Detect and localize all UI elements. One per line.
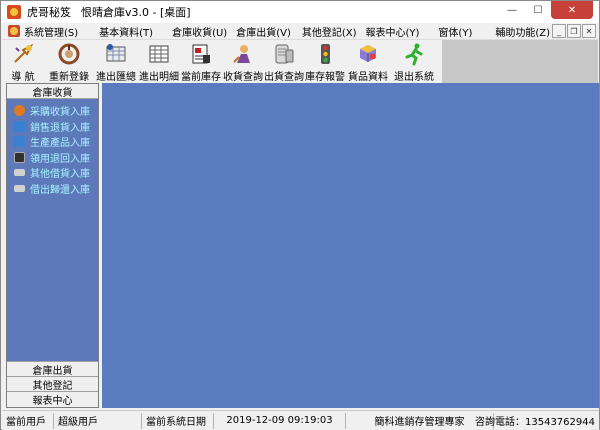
panel-item-label: 領用退回入庫 (30, 153, 90, 165)
menu-other-register[interactable]: 其他登記(X) (302, 24, 364, 39)
mdi-close-button[interactable]: ✕ (582, 24, 596, 38)
title-bar[interactable]: 虎哥秘笈 恨晴倉庫v3.0 - [桌面] — ☐ ✕ (1, 1, 599, 23)
panel-header-ship[interactable]: 倉庫出貨 (7, 361, 98, 377)
app-logo-icon (7, 5, 21, 19)
requisition-icon (14, 151, 25, 163)
exit-icon (401, 42, 427, 66)
panel-header-report-center[interactable]: 報表中心 (7, 391, 98, 407)
tool-label: 退出系統 (394, 72, 434, 83)
menu-warehouse-receive[interactable]: 倉庫收貨(U) (172, 24, 234, 39)
product-icon (355, 42, 381, 66)
tool-summary-button[interactable]: 進出匯總 (94, 40, 138, 83)
maximize-button[interactable]: ☐ (525, 1, 551, 19)
tool-product-info-button[interactable]: 貨品資料 (346, 40, 390, 83)
navigate-icon (10, 42, 36, 66)
panel-header-other-register[interactable]: 其他登記 (7, 376, 98, 392)
tool-label: 重新登錄 (49, 72, 89, 83)
panel-item-borrow-in[interactable]: 其他借貨入庫 (7, 165, 98, 181)
minimize-button[interactable]: — (499, 1, 525, 19)
panel-item-production[interactable]: 生產產品入庫 (7, 134, 98, 150)
tool-receipt-query-button[interactable]: 收貨查詢 (222, 40, 264, 83)
tool-shipment-query-button[interactable]: 出貨查詢 (264, 40, 304, 83)
status-user-label: 當前用戶 (2, 412, 54, 429)
status-bar: 當前用戶 超級用戶 當前系統日期 2019-12-09 09:19:03 簡科進… (2, 410, 599, 430)
menu-warehouse-ship[interactable]: 倉庫出貨(V) (236, 24, 298, 39)
tool-navigate-button[interactable]: 導 航 (2, 40, 44, 83)
inventory-icon (188, 42, 214, 66)
tool-label: 貨品資料 (348, 72, 388, 83)
menu-window[interactable]: 窗体(Y) (438, 24, 479, 39)
panel-item-label: 生產產品入庫 (30, 138, 90, 150)
menu-basic-data[interactable]: 基本資料(T) (99, 24, 160, 39)
panel-header-receive[interactable]: 倉庫收貨 (7, 84, 98, 99)
close-button[interactable]: ✕ (551, 1, 593, 19)
toolbar: 導 航 重新登錄 進出匯總 進出明細 當前庫存 收貨查詢 出貨查詢 庫存報警 貨… (2, 40, 599, 83)
tool-label: 當前庫存 (181, 72, 221, 83)
window-controls: — ☐ ✕ (499, 1, 593, 21)
purchase-icon (14, 105, 25, 117)
left-nav-panel: 倉庫收貨 采購收貨入庫 銷售退貨入庫 生產產品入庫 領用退回入庫 其他借貨入庫 (6, 83, 99, 408)
tool-relogin-button[interactable]: 重新登錄 (44, 40, 94, 83)
receipt-query-icon (230, 42, 256, 66)
relogin-icon (56, 42, 82, 66)
menu-app-icon[interactable] (8, 25, 20, 37)
tool-label: 庫存報警 (305, 72, 345, 83)
panel-item-purchase-receive[interactable]: 采購收貨入庫 (7, 103, 98, 119)
borrow-icon (14, 169, 25, 177)
tool-label: 出貨查詢 (264, 72, 304, 83)
status-product-name: 簡科進銷存管理專家 (346, 412, 494, 429)
panel-item-label: 借出歸還入庫 (30, 184, 90, 196)
return-icon (14, 184, 25, 192)
title-app-name: 虎哥秘笈 (27, 6, 71, 19)
status-date-value: 2019-12-09 09:19:03 (214, 412, 346, 429)
mdi-minimize-button[interactable]: _ (552, 24, 566, 38)
production-icon (14, 136, 25, 148)
status-user-value: 超級用戶 (54, 412, 142, 429)
toolbar-empty-area (442, 40, 598, 83)
title-main: 恨晴倉庫v3.0 - [桌面] (81, 6, 191, 19)
summary-icon (103, 42, 129, 66)
sales-return-icon (14, 120, 25, 132)
tool-exit-button[interactable]: 退出系統 (390, 40, 438, 83)
tool-label: 導 航 (11, 72, 35, 83)
panel-item-label: 采購收貨入庫 (30, 107, 90, 119)
tool-label: 進出匯總 (96, 72, 136, 83)
panel-item-lend-return[interactable]: 借出歸還入庫 (7, 181, 98, 197)
mdi-desktop-area (102, 83, 599, 408)
panel-item-label: 銷售退貨入庫 (30, 122, 90, 134)
shipment-query-icon (271, 42, 297, 66)
tool-label: 進出明細 (139, 72, 179, 83)
app-window: 虎哥秘笈 恨晴倉庫v3.0 - [桌面] — ☐ ✕ 系統管理(S) 基本資料(T… (0, 0, 600, 430)
panel-item-requisition-return[interactable]: 領用退回入庫 (7, 150, 98, 166)
traffic-light-icon (312, 42, 338, 66)
tool-stock-alert-button[interactable]: 庫存報警 (304, 40, 346, 83)
panel-item-sales-return[interactable]: 銷售退貨入庫 (7, 119, 98, 135)
menu-bar: 系統管理(S) 基本資料(T) 倉庫收貨(U) 倉庫出貨(V) 其他登記(X) … (2, 23, 599, 40)
tool-detail-button[interactable]: 進出明細 (138, 40, 180, 83)
status-phone: 咨詢電話：13543762944 (475, 417, 595, 428)
menu-system[interactable]: 系統管理(S) (24, 24, 85, 39)
status-date-label: 當前系統日期 (142, 412, 214, 429)
detail-icon (146, 42, 172, 66)
mdi-restore-button[interactable]: ❐ (567, 24, 581, 38)
mdi-controls: _ ❐ ✕ (552, 24, 596, 38)
menu-auxiliary[interactable]: 輔助功能(Z) (495, 24, 557, 39)
panel-item-list: 采購收貨入庫 銷售退貨入庫 生產產品入庫 領用退回入庫 其他借貨入庫 借出歸還入… (7, 99, 98, 361)
menu-report-center[interactable]: 報表中心(Y) (366, 24, 427, 39)
tool-label: 收貨查詢 (223, 72, 263, 83)
panel-item-label: 其他借貨入庫 (30, 169, 90, 181)
window-title: 虎哥秘笈 恨晴倉庫v3.0 - [桌面] (27, 4, 201, 20)
tool-inventory-button[interactable]: 當前庫存 (180, 40, 222, 83)
